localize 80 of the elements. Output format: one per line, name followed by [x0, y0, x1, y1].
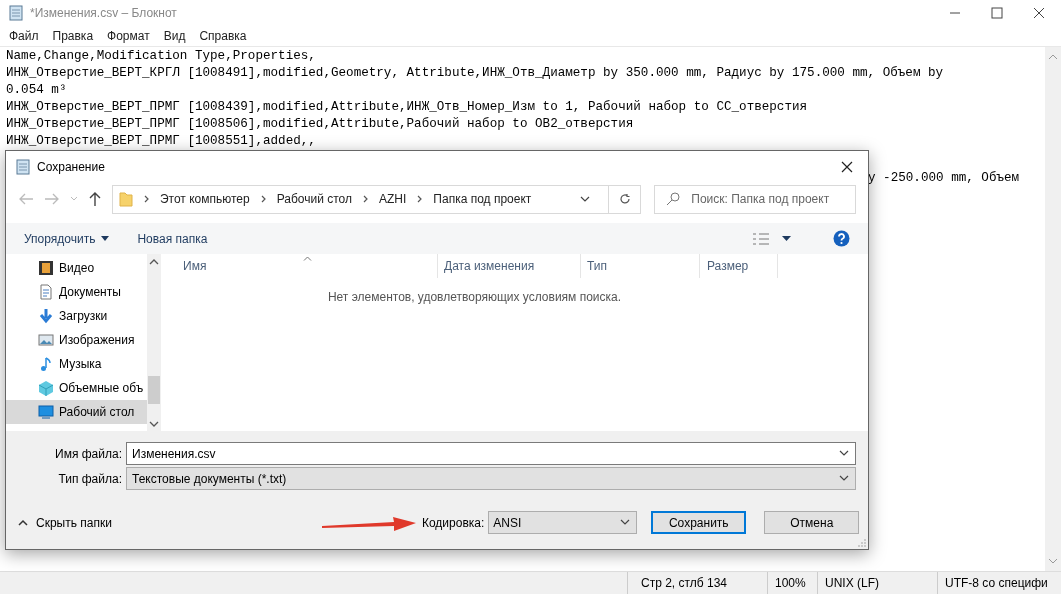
down-arrow-icon [38, 308, 54, 324]
text-line: Name,Change,Modification Type,Properties, [6, 48, 317, 65]
text-line: ИНЖ_Отверстие_ВЕРТ_ПРМГ [1008551],added,, [6, 133, 317, 150]
chevron-right-icon [362, 195, 369, 203]
search-field[interactable]: Поиск: Папка под проект [654, 184, 856, 214]
column-header[interactable]: Тип [581, 254, 700, 278]
status-text: 100% [768, 572, 818, 594]
document-icon [38, 284, 54, 300]
nav-item[interactable]: Изображения [6, 328, 147, 352]
cancel-button[interactable]: Отмена [764, 511, 860, 534]
notepad-icon [8, 4, 24, 21]
maximize-icon[interactable] [991, 6, 1003, 19]
dropdown-icon[interactable] [580, 195, 591, 203]
window-title: *Изменения.csv – Блокнот [30, 4, 177, 22]
encoding-label: Кодировка: [421, 514, 485, 532]
encoding-select[interactable]: ANSI [488, 511, 638, 534]
close-icon[interactable] [1033, 6, 1045, 19]
file-name-field[interactable]: Изменения.csv [126, 442, 856, 465]
image-icon [38, 332, 54, 348]
chevron-right-icon [142, 195, 150, 203]
text-line: y -250.000 mm, Объем [868, 171, 1020, 185]
file-type-select[interactable]: Текстовые документы (*.txt) [126, 467, 856, 490]
folder-icon [118, 191, 133, 207]
film-icon [38, 260, 54, 276]
nav-item[interactable]: Загрузки [6, 304, 147, 328]
dialog-title: Сохранение [37, 158, 105, 176]
text-line: ИНЖ_Отверстие_ВЕРТ_КРГЛ [1008491],modified,Geometry, Attribute,ИНЖ_Отв_Диаметр by 350.000 mm, Радиус by 175.000 mm, Объем by [6, 65, 945, 82]
nav-item[interactable]: Рабочий стол [6, 400, 147, 424]
breadcrumb-item[interactable]: AZHI [379, 190, 407, 208]
column-header[interactable]: Дата изменения [438, 254, 581, 278]
status-text: Стр 2, стлб 134 [628, 572, 768, 594]
breadcrumb-item[interactable]: Рабочий стол [276, 190, 352, 208]
close-icon[interactable] [841, 160, 853, 173]
text-line: ИНЖ_Отверстие_ВЕРТ_ПРМГ [1008506],modified,Attribute,Рабочий набор to ОВ2_отверстия [6, 116, 635, 133]
notepad-icon [15, 158, 31, 175]
chevron-down-icon [839, 475, 849, 482]
caret-icon[interactable] [782, 236, 791, 241]
scrollbar-thumb[interactable] [148, 376, 160, 404]
sort-caret-icon [303, 256, 312, 261]
chevron-down-icon [620, 519, 631, 526]
save-button[interactable]: Сохранить [651, 511, 747, 534]
search-icon [666, 191, 681, 206]
monitor-icon [38, 404, 54, 420]
menu-item[interactable]: Файл [2, 26, 46, 45]
nav-item[interactable]: Объемные объ [6, 376, 147, 400]
scroll-down-icon[interactable] [149, 420, 159, 427]
menu-item[interactable]: Справка [192, 26, 254, 45]
up-arrow-icon[interactable] [87, 191, 102, 207]
organize-button[interactable]: Упорядочить [24, 229, 110, 248]
menu-item[interactable]: Правка [45, 26, 101, 45]
empty-message: Нет элементов, удовлетворяющих условиям поиска. [327, 290, 622, 304]
text-line: 0.054 m³ [6, 82, 68, 99]
field-label: Имя файла: [54, 445, 123, 463]
breadcrumb-item[interactable]: Этот компьютер [159, 190, 250, 208]
breadcrumb-item[interactable]: Папка под проект [433, 190, 532, 208]
column-header[interactable]: Размер [700, 254, 778, 278]
menu-item[interactable]: Формат [100, 26, 157, 45]
column-header[interactable]: Имя [161, 254, 438, 278]
nav-item[interactable]: Видео [6, 256, 147, 280]
caret-icon [101, 236, 110, 241]
chevron-right-icon [259, 195, 267, 203]
chevron-up-icon [18, 519, 28, 526]
status-text: UTF-8 со специфи [944, 575, 1046, 592]
chevron-down-icon [839, 450, 849, 457]
help-icon[interactable] [833, 230, 850, 247]
status-text: UNIX (LF) [818, 572, 938, 594]
hide-folders-button[interactable]: Скрыть папки [18, 513, 112, 532]
new-folder-button[interactable]: Новая папка [137, 229, 208, 248]
field-label: Тип файла: [57, 470, 123, 488]
nav-item[interactable]: Музыка [6, 352, 147, 376]
resize-grip-icon [858, 539, 866, 547]
music-note-icon [38, 356, 54, 372]
scroll-up-icon[interactable] [149, 258, 159, 265]
menu-item[interactable]: Вид [156, 26, 193, 45]
address-bar[interactable]: Этот компьютер Рабочий стол AZHI Папка под проект [111, 184, 642, 214]
nav-item[interactable]: Документы [6, 280, 147, 304]
chevron-right-icon [416, 195, 424, 203]
refresh-icon [618, 193, 631, 205]
cube-icon [38, 380, 54, 396]
text-line: ИНЖ_Отверстие_ВЕРТ_ПРМГ [1008439],modified,Attribute,ИНЖ_Отв_Номер_Изм to 1, Рабочий набор to СС_отверстия [6, 99, 809, 116]
